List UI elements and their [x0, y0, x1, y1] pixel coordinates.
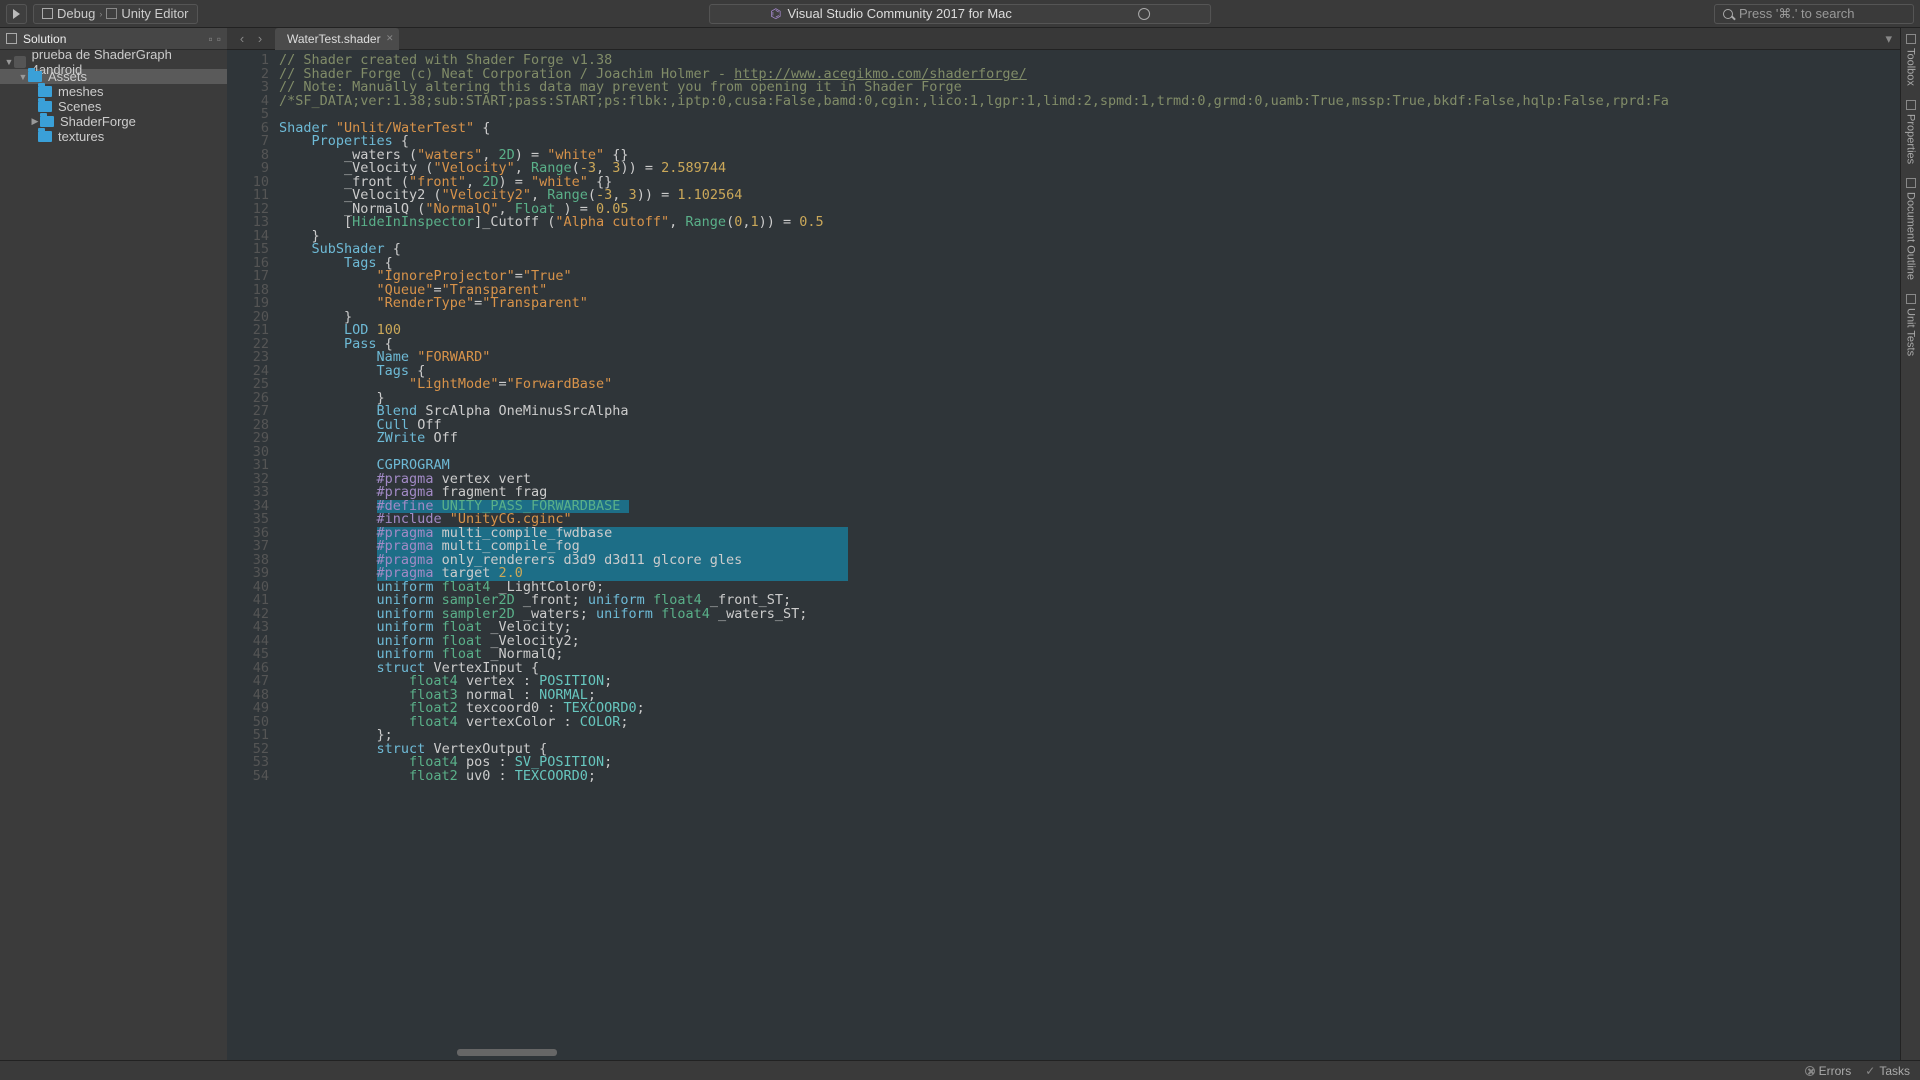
unity-project-icon	[14, 56, 26, 68]
folder-label: textures	[58, 129, 104, 144]
app-title: Visual Studio Community 2017 for Mac	[787, 6, 1011, 21]
chevron-right-icon: ›	[99, 9, 102, 19]
search-placeholder: Press '⌘.' to search	[1739, 6, 1855, 22]
rail-document-outline[interactable]: Document Outline	[1905, 178, 1917, 280]
editor-tabbar: ‹ › WaterTest.shader ✕ ▾	[227, 28, 1900, 50]
folder-label: meshes	[58, 84, 104, 99]
solution-tree[interactable]: ▼ prueba de ShaderGraph 4android ▼ Asset…	[0, 50, 227, 148]
run-button[interactable]	[6, 4, 27, 24]
horizontal-scrollbar[interactable]	[457, 1049, 557, 1056]
file-tab-label: WaterTest.shader	[287, 32, 381, 46]
configuration-selector[interactable]: Debug › Unity Editor	[33, 4, 198, 24]
folder-textures[interactable]: textures	[0, 129, 227, 144]
rail-label: Document Outline	[1905, 192, 1917, 280]
folder-label: Scenes	[58, 99, 101, 114]
chevron-right-icon[interactable]: ▶	[30, 116, 40, 127]
toolbox-icon	[1906, 34, 1916, 44]
solution-pane: Solution ▫▫ ▼ prueba de ShaderGraph 4and…	[0, 28, 227, 1060]
line-number-gutter: 1234567891011121314151617181920212223242…	[227, 50, 279, 1060]
folder-meshes[interactable]: meshes	[0, 84, 227, 99]
tasks-button[interactable]: ✓ Tasks	[1865, 1064, 1910, 1078]
nav-back-button[interactable]: ‹	[235, 31, 249, 46]
target-label: Unity Editor	[121, 6, 188, 21]
chevron-down-icon[interactable]: ▼	[4, 57, 14, 67]
rail-toolbox[interactable]: Toolbox	[1905, 34, 1917, 86]
rail-label: Toolbox	[1905, 48, 1917, 86]
errors-label: Errors	[1819, 1064, 1852, 1078]
settings-icon[interactable]: ▫	[208, 32, 212, 46]
vs-logo-icon: ⌬	[770, 6, 781, 22]
tasks-icon: ✓	[1865, 1064, 1875, 1078]
rail-unit-tests[interactable]: Unit Tests	[1905, 294, 1917, 356]
main-toolbar: Debug › Unity Editor ⌬ Visual Studio Com…	[0, 0, 1920, 28]
search-icon	[1723, 9, 1733, 19]
right-tool-rail: Toolbox Properties Document Outline Unit…	[1900, 28, 1920, 1060]
folder-scenes[interactable]: Scenes	[0, 99, 227, 114]
rail-label: Properties	[1905, 114, 1917, 164]
code-editor[interactable]: 1234567891011121314151617181920212223242…	[227, 50, 1900, 1060]
rail-properties[interactable]: Properties	[1905, 100, 1917, 164]
properties-icon	[1906, 100, 1916, 110]
chevron-down-icon[interactable]: ▼	[18, 72, 28, 82]
file-tab[interactable]: WaterTest.shader ✕	[275, 28, 399, 50]
folder-icon	[28, 71, 42, 82]
folder-label: Assets	[48, 69, 87, 84]
folder-icon	[38, 101, 52, 112]
status-bar: Errors ✓ Tasks	[0, 1060, 1920, 1080]
window-icon	[42, 8, 53, 19]
pane-controls[interactable]: ▫▫	[208, 32, 221, 46]
close-icon[interactable]: ✕	[386, 33, 394, 44]
code-content[interactable]: // Shader created with Shader Forge v1.3…	[279, 50, 1900, 1060]
solution-pane-title: Solution	[23, 32, 66, 46]
errors-button[interactable]: Errors	[1805, 1064, 1852, 1078]
nav-forward-button[interactable]: ›	[253, 31, 267, 46]
configuration-label: Debug	[57, 6, 95, 21]
outline-icon	[1906, 178, 1916, 188]
folder-icon	[38, 131, 52, 142]
tasks-label: Tasks	[1879, 1064, 1910, 1078]
title-display: ⌬ Visual Studio Community 2017 for Mac	[709, 4, 1211, 24]
editor-column: ‹ › WaterTest.shader ✕ ▾ 123456789101112…	[227, 28, 1900, 1060]
errors-icon	[1805, 1066, 1815, 1076]
rail-label: Unit Tests	[1905, 308, 1917, 356]
global-search[interactable]: Press '⌘.' to search	[1714, 4, 1914, 24]
play-icon	[13, 9, 20, 19]
folder-icon	[38, 86, 52, 97]
folder-shaderforge[interactable]: ▶ ShaderForge	[0, 114, 227, 129]
project-node[interactable]: ▼ prueba de ShaderGraph 4android	[0, 54, 227, 69]
solution-icon	[6, 33, 17, 44]
target-icon	[106, 8, 117, 19]
auto-hide-icon[interactable]: ▫	[217, 32, 221, 46]
folder-icon	[40, 116, 54, 127]
folder-label: ShaderForge	[60, 114, 136, 129]
tab-options[interactable]: ▾	[1877, 31, 1900, 47]
tests-icon	[1906, 294, 1916, 304]
stop-icon[interactable]	[1138, 8, 1150, 20]
